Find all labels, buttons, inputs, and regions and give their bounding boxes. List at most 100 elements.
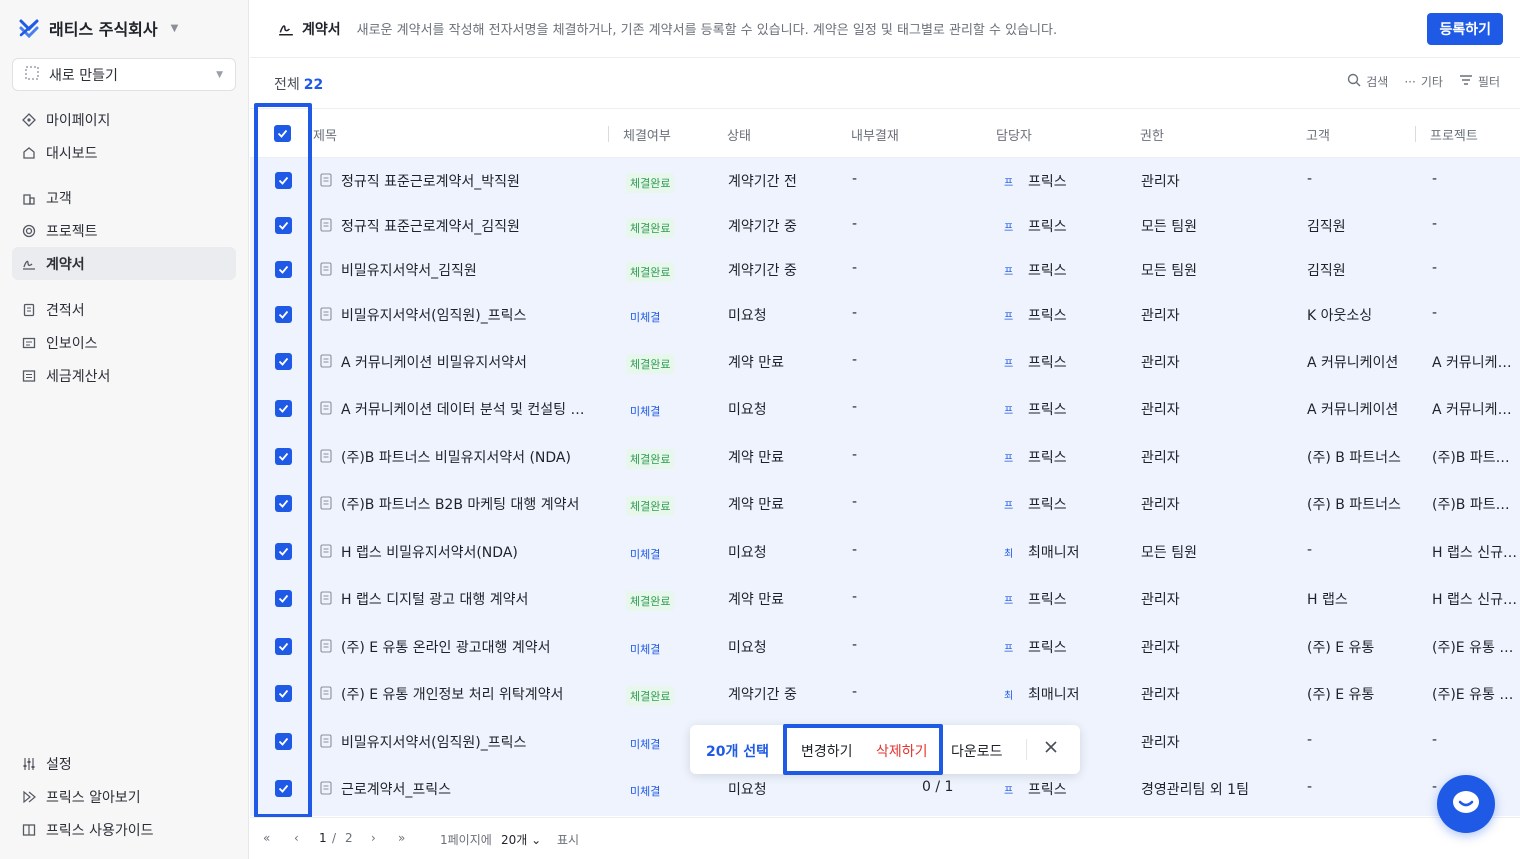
sidebar-item-guide[interactable]: 프릭스 사용가이드 xyxy=(12,813,236,846)
row-checkbox[interactable] xyxy=(275,685,292,702)
permission-text: 관리자 xyxy=(1141,497,1180,513)
column-resizer[interactable] xyxy=(1415,126,1416,142)
per-page-select[interactable]: 20개 ⌄ xyxy=(501,831,541,848)
column-header-approval[interactable]: 내부결재 xyxy=(851,125,899,144)
contract-title[interactable]: H 랩스 비밀유지서약서(NDA) xyxy=(341,542,518,562)
per-page-value: 20개 xyxy=(501,833,528,847)
close-icon[interactable] xyxy=(1044,740,1058,758)
permission-text: 모든 팀원 xyxy=(1141,219,1197,235)
check-icon xyxy=(278,499,289,508)
more-button[interactable]: ··· 기타 xyxy=(1404,73,1443,90)
column-header-permission[interactable]: 권한 xyxy=(1140,125,1164,144)
owner-name: 프릭스 xyxy=(1028,640,1067,656)
first-page-icon[interactable]: « xyxy=(263,831,270,845)
owner-name: 프릭스 xyxy=(1028,174,1067,190)
table-row[interactable]: 정규직 표준근로계약서_김직원 체결완료 계약기간 중 - 프 프릭스 모든 팀원 김직원 - xyxy=(250,203,1520,250)
sidebar-item-dashboard[interactable]: 대시보드 xyxy=(12,136,236,169)
sidebar-item-projects[interactable]: 프로젝트 xyxy=(12,214,236,247)
table-row[interactable]: H 랩스 비밀유지서약서(NDA) 미체결 미요청 - 최 최매니저 모든 팀원 - H 랩스 … xyxy=(250,529,1520,576)
row-checkbox[interactable] xyxy=(275,733,292,750)
divider xyxy=(1026,739,1027,760)
prev-page-icon[interactable]: ‹ xyxy=(294,831,299,845)
row-checkbox[interactable] xyxy=(275,172,292,189)
owner-avatar: 최 xyxy=(1004,549,1014,560)
column-header-project[interactable]: 프로젝트 xyxy=(1430,125,1478,144)
approval-text: - xyxy=(852,589,858,605)
register-button[interactable]: 등록하기 xyxy=(1427,13,1503,45)
search-button[interactable]: 검색 xyxy=(1347,73,1388,90)
contract-title[interactable]: (주)B 파트너스 비밀유지서약서 (NDA) xyxy=(341,447,571,467)
table-row[interactable]: 비밀유지서약서(임직원)_프릭스 미체결 미요청 - 프 프릭스 관리자 K 아웃소싱 - xyxy=(250,292,1520,339)
company-switcher[interactable]: 래티스 주식회사 ▼ xyxy=(18,16,178,40)
row-checkbox[interactable] xyxy=(275,261,292,278)
row-checkbox[interactable] xyxy=(275,780,292,797)
contract-title[interactable]: (주) E 유통 개인정보 처리 위탁계약서 xyxy=(341,684,563,704)
column-header-client[interactable]: 고객 xyxy=(1306,125,1330,144)
column-header-title[interactable]: 제목 xyxy=(313,125,337,144)
table-row[interactable]: 정규직 표준근로계약서_박직원 체결완료 계약기간 전 - 프 프릭스 관리자 - - xyxy=(250,158,1520,205)
contract-title[interactable]: A 커뮤니케이션 데이터 분석 및 컨설팅 계... xyxy=(341,399,591,419)
current-page: 1 xyxy=(319,831,327,845)
contract-title[interactable]: H 랩스 디지털 광고 대행 계약서 xyxy=(341,589,528,609)
row-checkbox[interactable] xyxy=(275,590,292,607)
column-header-status[interactable]: 상태 xyxy=(727,125,751,144)
sidebar-item-tax-invoices[interactable]: 세금계산서 xyxy=(12,359,236,392)
filter-button[interactable]: 필터 xyxy=(1459,73,1500,90)
sidebar-item-quotes[interactable]: 견적서 xyxy=(12,293,236,326)
column-header-signed[interactable]: 체결여부 xyxy=(623,125,671,144)
select-all-checkbox[interactable] xyxy=(274,125,291,142)
table-row[interactable]: (주) E 유통 온라인 광고대행 계약서 미체결 미요청 - 프 프릭스 관리자 (주) E… xyxy=(250,624,1520,671)
table-header: 제목 체결여부 상태 내부결재 담당자 권한 고객 프로젝트 xyxy=(250,108,1520,158)
sidebar-item-learn-more[interactable]: 프릭스 알아보기 xyxy=(12,780,236,813)
table-row[interactable]: A 커뮤니케이션 비밀유지서약서 체결완료 계약 만료 - 프 프릭스 관리자 A 커뮤니케이… xyxy=(250,339,1520,386)
sidebar-item-label: 프릭스 사용가이드 xyxy=(46,822,154,839)
row-checkbox[interactable] xyxy=(275,217,292,234)
sidebar-item-settings[interactable]: 설정 xyxy=(12,747,236,780)
row-checkbox[interactable] xyxy=(275,638,292,655)
table-row[interactable]: A 커뮤니케이션 데이터 분석 및 컨설팅 계... 미체결 미요청 - 프 프릭스 관리자… xyxy=(250,386,1520,433)
contract-title[interactable]: 근로계약서_프릭스 xyxy=(341,779,451,799)
contract-title[interactable]: 비밀유지서약서_김직원 xyxy=(341,260,477,280)
chevron-down-icon: ▼ xyxy=(216,69,223,80)
download-button[interactable]: 다운로드 xyxy=(951,741,1003,761)
signed-badge: 체결완료 xyxy=(626,354,675,374)
owner-name: 프릭스 xyxy=(1028,497,1067,513)
row-checkbox[interactable] xyxy=(275,448,292,465)
last-page-icon[interactable]: » xyxy=(398,831,405,845)
column-header-owner[interactable]: 담당자 xyxy=(996,125,1032,144)
sidebar-item-contracts[interactable]: 계약서 xyxy=(12,247,236,280)
new-create-button[interactable]: 새로 만들기 ▼ xyxy=(12,58,236,91)
sidebar-item-invoices[interactable]: 인보이스 xyxy=(12,326,236,359)
row-checkbox[interactable] xyxy=(275,306,292,323)
contract-title[interactable]: 비밀유지서약서(임직원)_프릭스 xyxy=(341,305,526,325)
contract-title[interactable]: 정규직 표준근로계약서_김직원 xyxy=(341,216,520,236)
permission-text: 관리자 xyxy=(1141,687,1180,703)
row-checkbox[interactable] xyxy=(275,400,292,417)
contract-title[interactable]: (주) E 유통 온라인 광고대행 계약서 xyxy=(341,637,550,657)
contract-title[interactable]: A 커뮤니케이션 비밀유지서약서 xyxy=(341,352,527,372)
column-resizer[interactable] xyxy=(608,126,609,142)
owner-name: 프릭스 xyxy=(1028,308,1067,324)
table-row[interactable]: (주)B 파트너스 B2B 마케팅 대행 계약서 체결완료 계약 만료 - 프 프릭스 관리… xyxy=(250,481,1520,528)
row-checkbox[interactable] xyxy=(275,495,292,512)
total-count: 전체 22 xyxy=(274,74,323,94)
permission-text: 관리자 xyxy=(1141,402,1180,418)
show-label: 표시 xyxy=(557,833,580,847)
next-page-icon[interactable]: › xyxy=(371,831,376,845)
table-row[interactable]: (주) E 유통 개인정보 처리 위탁계약서 체결완료 계약기간 중 - 최 최매니저 관리… xyxy=(250,671,1520,718)
owner-avatar: 프 xyxy=(1004,454,1014,465)
table-row[interactable]: H 랩스 디지털 광고 대행 계약서 체결완료 계약 만료 - 프 프릭스 관리자 H 랩스 H… xyxy=(250,576,1520,623)
sliders-icon xyxy=(22,757,36,771)
contract-title[interactable]: 정규직 표준근로계약서_박직원 xyxy=(341,171,520,191)
contract-title[interactable]: (주)B 파트너스 B2B 마케팅 대행 계약서 xyxy=(341,494,579,514)
chat-button[interactable] xyxy=(1437,775,1495,833)
table-row[interactable]: 비밀유지서약서_김직원 체결완료 계약기간 중 - 프 프릭스 모든 팀원 김직원 - xyxy=(250,247,1520,294)
sidebar-item-clients[interactable]: 고객 xyxy=(12,181,236,214)
row-checkbox[interactable] xyxy=(275,353,292,370)
sidebar-item-mypage[interactable]: 마이페이지 xyxy=(12,103,236,136)
table-row[interactable]: (주)B 파트너스 비밀유지서약서 (NDA) 체결완료 계약 만료 - 프 프릭스 관리자… xyxy=(250,434,1520,481)
status-text: 계약기간 중 xyxy=(728,219,797,235)
row-checkbox[interactable] xyxy=(275,543,292,560)
contract-title[interactable]: 비밀유지서약서(임직원)_프릭스 xyxy=(341,732,526,752)
signed-badge: 미체결 xyxy=(630,405,661,418)
